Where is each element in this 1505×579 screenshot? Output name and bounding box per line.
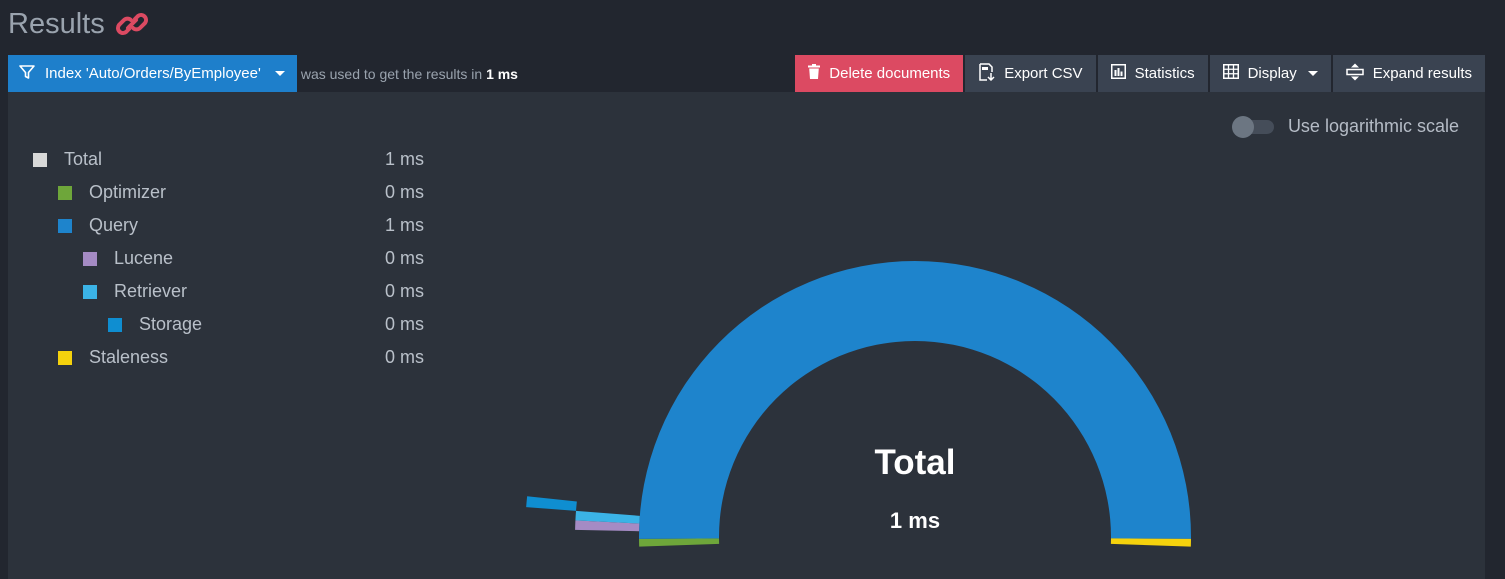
timings-panel: Use logarithmic scale Total 1 ms Optimizer… xyxy=(8,92,1485,579)
table-grid-icon xyxy=(1222,64,1239,83)
expand-label: Expand results xyxy=(1372,65,1472,82)
expand-vertical-icon xyxy=(1346,63,1364,85)
used-time: 1 ms xyxy=(486,65,518,82)
chart-segment-storage[interactable] xyxy=(526,496,577,511)
query-time-text: was used to get the results in 1 ms xyxy=(301,66,518,82)
export-label: Export CSV xyxy=(1004,65,1083,82)
filter-icon xyxy=(19,64,35,84)
chart-segment-optimizer[interactable] xyxy=(639,538,720,547)
export-csv-button[interactable]: Export CSV xyxy=(965,55,1096,92)
display-label: Display xyxy=(1247,65,1297,82)
page-title: Results xyxy=(8,7,105,40)
statistics-button[interactable]: Statistics xyxy=(1097,55,1208,92)
trash-icon xyxy=(808,64,821,83)
results-toolbar: Index 'Auto/Orders/ByEmployee' was used … xyxy=(8,55,1485,92)
chart-segment-query[interactable] xyxy=(639,261,1191,539)
chart-center-value: 1 ms xyxy=(890,508,940,533)
title-row: Results xyxy=(8,2,149,46)
index-label: Index 'Auto/Orders/ByEmployee' xyxy=(45,65,261,82)
delete-label: Delete documents xyxy=(829,65,951,82)
link-icon[interactable] xyxy=(115,7,149,41)
display-dropdown-button[interactable]: Display xyxy=(1209,55,1331,92)
chart-center-label: Total xyxy=(874,443,955,482)
bar-chart-icon xyxy=(1110,64,1126,83)
chevron-down-icon xyxy=(274,71,285,76)
chevron-down-icon xyxy=(1307,71,1318,76)
expand-results-button[interactable]: Expand results xyxy=(1332,55,1485,92)
statistics-label: Statistics xyxy=(1134,65,1195,82)
delete-documents-button[interactable]: Delete documents xyxy=(795,55,964,92)
chart-segment-staleness[interactable] xyxy=(1110,538,1191,547)
used-text: was used to get the results in xyxy=(300,65,483,82)
timings-chart: Total 1 ms xyxy=(526,261,1191,547)
export-file-icon xyxy=(978,62,995,85)
index-dropdown-button[interactable]: Index 'Auto/Orders/ByEmployee' xyxy=(8,55,297,92)
